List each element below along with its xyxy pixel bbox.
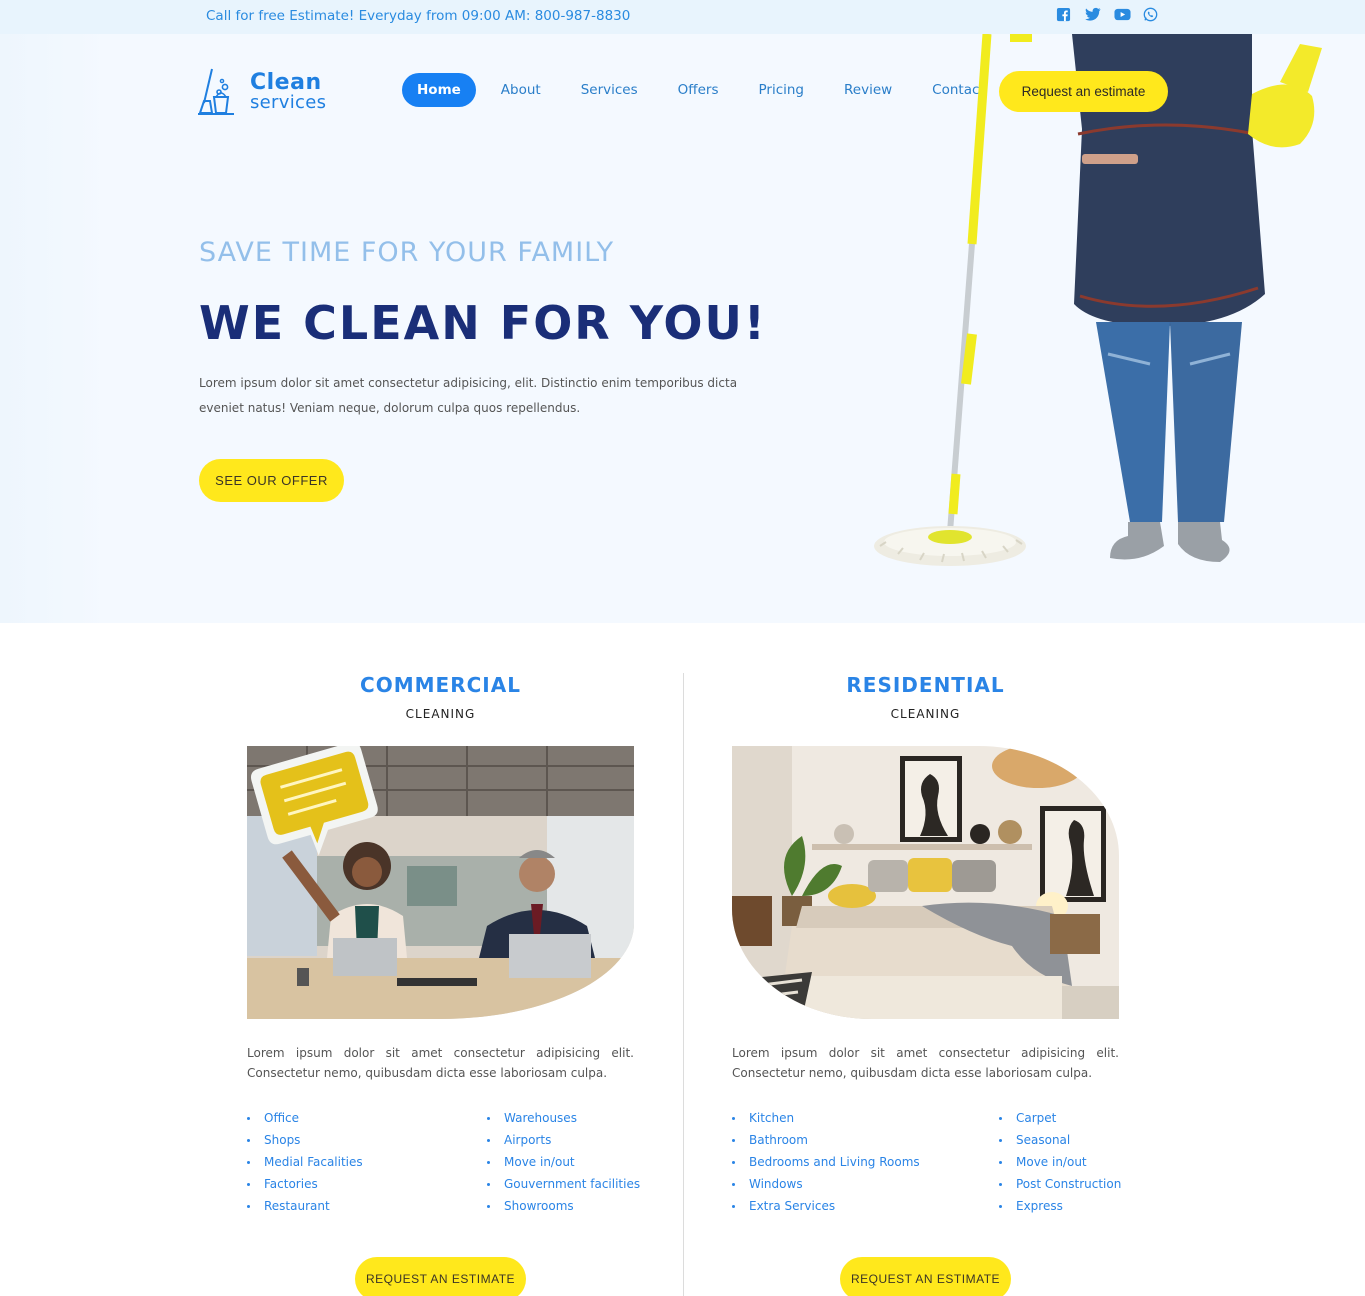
residential-column: RESIDENTIAL CLEANING Lorem ipsum dolor s… [732,670,1121,1296]
facebook-icon[interactable] [1056,7,1073,24]
residential-description: Lorem ipsum dolor sit amet consectetur a… [732,1046,1119,1080]
list-item[interactable]: Post Construction [999,1173,1121,1195]
cleaner-with-mop-image [874,34,1322,566]
list-item[interactable]: Express [999,1195,1119,1217]
list-item[interactable]: Shops [247,1129,363,1151]
list-item[interactable]: Kitchen [732,1107,920,1129]
residential-request-estimate-button[interactable]: REQUEST AN ESTIMATE [840,1257,1011,1296]
hero-section: Clean services Home About Services Offer… [0,34,1365,623]
list-item[interactable]: Airports [487,1129,634,1151]
nav-offers[interactable]: Offers [665,73,732,107]
list-item[interactable]: Windows [732,1173,920,1195]
list-item[interactable]: Bathroom [732,1129,920,1151]
commercial-list-a: Office Shops Medial Facalities Factories… [247,1107,363,1217]
nav-services[interactable]: Services [568,73,651,107]
logo[interactable]: Clean services [198,67,326,115]
call-estimate-text: Call for free Estimate! Everyday from 09… [206,8,631,24]
broom-bucket-icon [198,68,234,115]
logo-title: Clean [250,70,322,95]
nav-about[interactable]: About [488,73,554,107]
hero-kicker: SAVE TIME FOR YOUR FAMILY [199,237,615,268]
twitter-icon[interactable] [1085,7,1102,24]
commercial-request-estimate-button[interactable]: REQUEST AN ESTIMATE [355,1257,526,1296]
commercial-subtitle: CLEANING [405,707,476,721]
request-estimate-button[interactable]: Request an estimate [999,71,1168,112]
list-item[interactable]: Move in/out [999,1151,1119,1173]
nav-pricing[interactable]: Pricing [745,73,817,107]
list-item[interactable]: Restaurant [247,1195,363,1217]
commercial-list-b: Warehouses Airports Move in/out Gouvernm… [487,1107,640,1217]
hero-headline: WE CLEAN FOR YOU! [199,296,767,350]
commercial-column: COMMERCIAL CLEANING Lorem ipsum dolor si… [247,670,640,1296]
list-item[interactable]: Extra Services [732,1195,920,1217]
nav-home[interactable]: Home [402,73,476,107]
whatsapp-icon[interactable] [1143,7,1160,24]
hero-lead-text: Lorem ipsum dolor sit amet consectetur a… [199,376,738,415]
logo-subtitle: services [250,92,327,113]
list-item[interactable]: Medial Facalities [247,1151,363,1173]
commercial-service-lists: Office Shops Medial Facalities Factories… [247,1107,640,1217]
residential-list-b: Carpet Seasonal Move in/out Post Constru… [999,1107,1121,1217]
list-item[interactable]: Warehouses [487,1107,634,1129]
bedroom-image [732,746,1119,1019]
youtube-icon[interactable] [1114,7,1131,24]
list-item[interactable]: Factories [247,1173,363,1195]
commercial-title: COMMERCIAL [360,673,521,697]
residential-service-lists: Kitchen Bathroom Bedrooms and Living Roo… [732,1107,1121,1217]
list-item[interactable]: Carpet [999,1107,1119,1129]
residential-subtitle: CLEANING [890,707,961,721]
column-divider [683,673,684,1296]
residential-title: RESIDENTIAL [846,673,1005,697]
office-team-image [247,746,634,1019]
list-item[interactable]: Move in/out [487,1151,634,1173]
see-offer-button[interactable]: SEE OUR OFFER [199,459,344,502]
commercial-description: Lorem ipsum dolor sit amet consectetur a… [247,1046,634,1080]
social-links [1056,7,1160,24]
list-item[interactable]: Bedrooms and Living Rooms [732,1151,920,1173]
top-bar: Call for free Estimate! Everyday from 09… [0,0,1365,34]
residential-list-a: Kitchen Bathroom Bedrooms and Living Roo… [732,1107,920,1217]
list-item[interactable]: Office [247,1107,363,1129]
list-item[interactable]: Gouvernment facilities [487,1173,640,1195]
list-item[interactable]: Seasonal [999,1129,1119,1151]
list-item[interactable]: Showrooms [487,1195,634,1217]
